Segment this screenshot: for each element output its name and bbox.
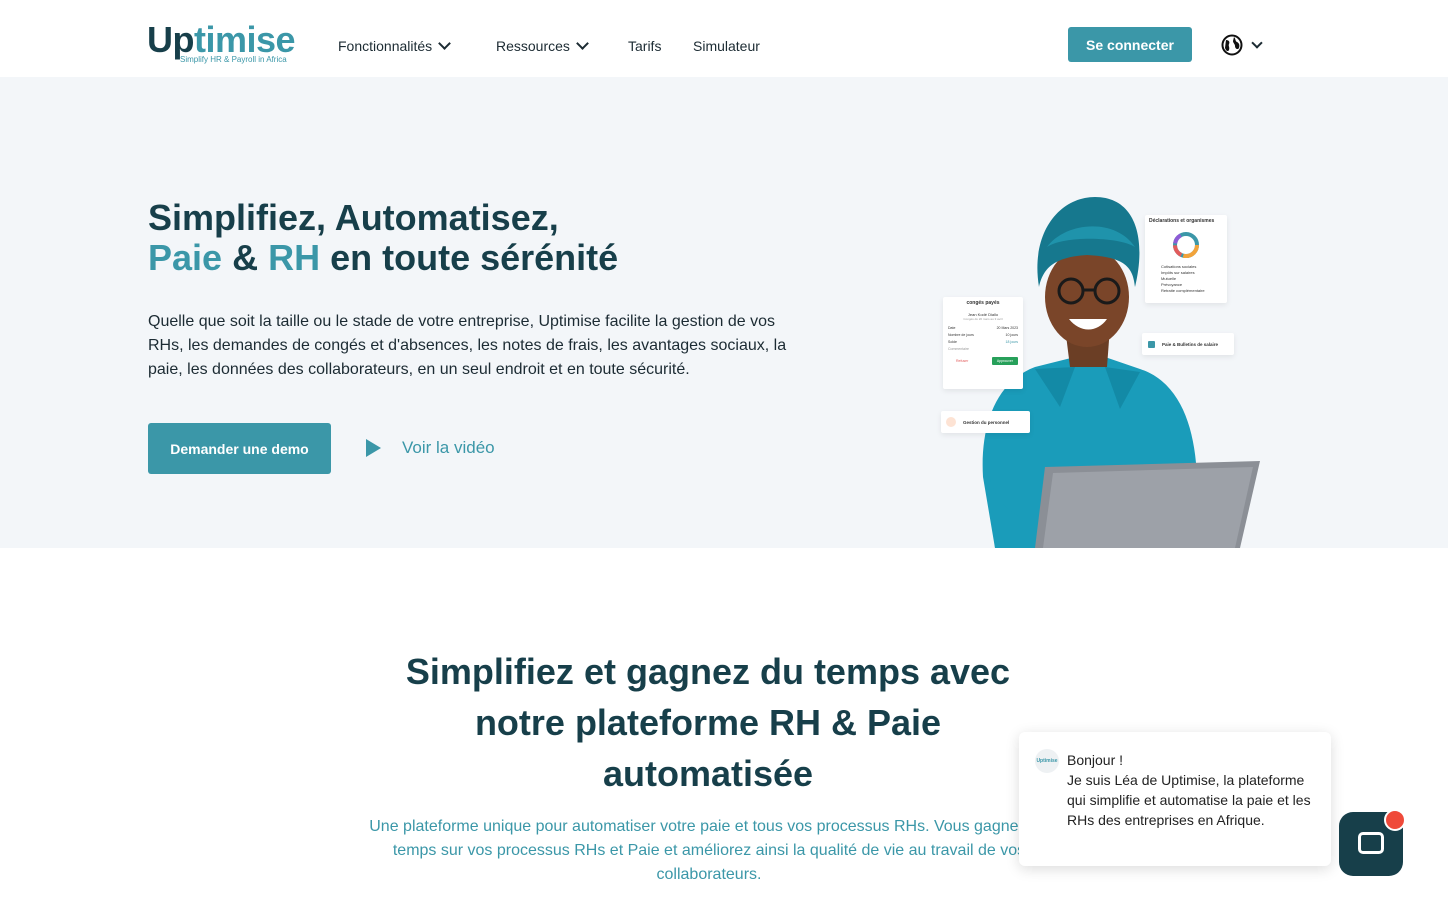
hero-title: Simplifiez, Automatisez, Paie & RH en to… bbox=[148, 198, 708, 278]
request-demo-button[interactable]: Demander une demo bbox=[148, 423, 331, 474]
chat-greeting: Bonjour ! bbox=[1067, 752, 1124, 768]
nav-label: Tarifs bbox=[628, 38, 662, 54]
chat-avatar: Uptimise bbox=[1035, 749, 1059, 773]
staff-management-card: Gestion du personnel bbox=[941, 411, 1030, 433]
hero-title-amp: & bbox=[232, 237, 259, 278]
leave-comment: Commentaire bbox=[948, 347, 970, 351]
declarations-item: Retraite complémentaire bbox=[1161, 288, 1205, 293]
chat-message-text: Je suis Léa de Uptimise, la plateforme q… bbox=[1067, 772, 1311, 828]
leave-details: Date 20 Mars 2023 Nombre de jours 10 jours… bbox=[948, 325, 1018, 353]
declarations-list: Cotisations sociales Impôts sur salaires… bbox=[1149, 264, 1223, 294]
features-section-subtitle: Une plateforme unique pour automatiser v… bbox=[369, 818, 1049, 883]
chevron-down-icon bbox=[576, 37, 589, 50]
hero-title-rh: RH bbox=[268, 237, 321, 278]
play-icon bbox=[366, 439, 381, 457]
approve-button[interactable]: Approuver bbox=[991, 357, 1018, 365]
hero-title-line1: Simplifiez, Automatisez, bbox=[148, 197, 559, 238]
hero-section: Simplifiez, Automatisez, Paie & RH en to… bbox=[0, 77, 1448, 548]
hero-illustration: Déclarations et organismes Cotisations s… bbox=[935, 177, 1275, 548]
leave-subtitle: Congés du 20 mars au 3 avril bbox=[963, 317, 1003, 321]
leave-row: Date 20 Mars 2023 bbox=[948, 326, 1018, 330]
login-button[interactable]: Se connecter bbox=[1068, 27, 1192, 62]
notification-badge bbox=[1384, 809, 1406, 831]
nav-item-ressources[interactable]: Ressources bbox=[496, 36, 589, 56]
leave-row: Solde 18 jours bbox=[948, 340, 1018, 344]
leave-actions: Refuser Approuver bbox=[948, 357, 1018, 365]
features-title-line3: automatisée bbox=[602, 753, 814, 794]
refuse-button[interactable]: Refuser bbox=[948, 359, 968, 363]
uptimise-logo[interactable]: Uptimise Simplify HR & Payroll in Africa bbox=[147, 20, 307, 68]
logo-tagline: Simplify HR & Payroll in Africa bbox=[180, 55, 287, 64]
people-icon bbox=[946, 417, 956, 427]
leave-request-card: congés payés Jean Kodé Diallo Congés du … bbox=[943, 297, 1023, 389]
nav-item-simulateur[interactable]: Simulateur bbox=[693, 36, 760, 56]
hero-title-paie: Paie bbox=[148, 237, 223, 278]
leave-title: congés payés bbox=[966, 300, 1000, 306]
chat-icon bbox=[1358, 832, 1384, 854]
staff-label: Gestion du personnel bbox=[963, 419, 1010, 425]
hero-title-rest: en toute sérénité bbox=[330, 237, 619, 278]
features-title-line2: notre plateforme RH & Paie bbox=[474, 702, 942, 743]
nav-label: Fonctionnalités bbox=[338, 38, 433, 54]
payroll-label: Paie & Bulletins de salaire bbox=[1162, 341, 1219, 347]
nav-label: Ressources bbox=[496, 38, 570, 54]
nav-item-fonctionnalites[interactable]: Fonctionnalités bbox=[338, 36, 452, 56]
chat-message-bubble[interactable]: Uptimise Bonjour ! Je suis Léa de Uptimi… bbox=[1019, 732, 1331, 866]
watch-video-link[interactable]: Voir la vidéo bbox=[366, 435, 495, 461]
language-selector[interactable] bbox=[1221, 33, 1267, 57]
features-title-line1: Simplifiez et gagnez du temps avec bbox=[405, 651, 1011, 692]
hero-description: Quelle que soit la taille ou le stade de… bbox=[148, 313, 787, 378]
payroll-card: Paie & Bulletins de salaire bbox=[1142, 333, 1234, 355]
watch-video-label: Voir la vidéo bbox=[402, 438, 495, 457]
declarations-card: Déclarations et organismes Cotisations s… bbox=[1145, 215, 1227, 303]
payslip-icon bbox=[1148, 340, 1155, 348]
leave-row: Nombre de jours 10 jours bbox=[948, 333, 1018, 337]
logo-wordmark: Uptimise bbox=[147, 19, 296, 60]
chat-message: Bonjour ! Je suis Léa de Uptimise, la pl… bbox=[1067, 750, 1319, 830]
chevron-down-icon bbox=[438, 37, 452, 50]
donut-chart-icon bbox=[1173, 232, 1199, 258]
site-header: Uptimise Simplify HR & Payroll in Africa… bbox=[0, 0, 1448, 77]
globe-icon bbox=[1221, 34, 1243, 56]
declarations-title: Déclarations et organismes bbox=[1149, 218, 1215, 224]
features-section-title: Simplifiez et gagnez du temps avec notre… bbox=[370, 646, 1046, 799]
nav-item-tarifs[interactable]: Tarifs bbox=[628, 36, 661, 56]
chevron-down-icon bbox=[1251, 37, 1263, 49]
nav-label: Simulateur bbox=[693, 38, 760, 54]
